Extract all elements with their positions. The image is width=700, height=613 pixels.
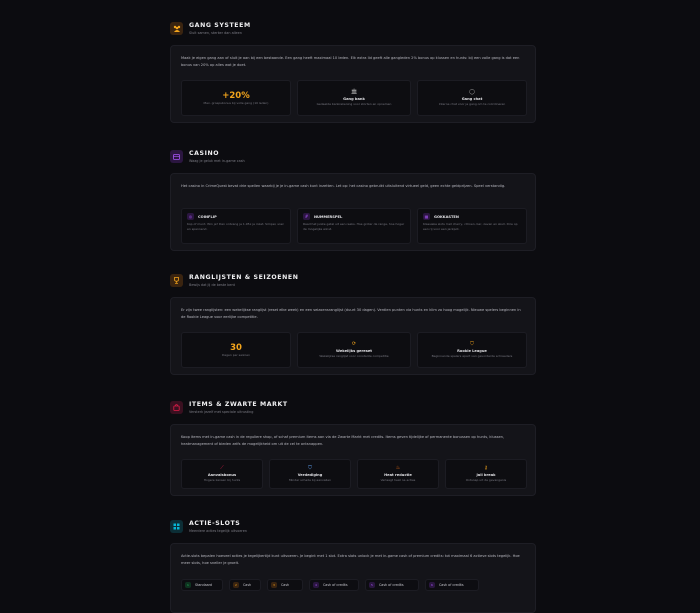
section-header: CASINO Waag je geluk met in-game cash xyxy=(170,150,536,172)
slots-row: 1 Standaard 2 Cash 3 Cash 4 Cash of credits … xyxy=(181,579,527,591)
section-header: RANGLIJSTEN & SEIZOENEN Bewijs dat jij d… xyxy=(170,274,536,296)
item-jail-break-tile: ⚷ Jail break Ontsnap uit de gevangenis xyxy=(445,459,527,489)
section-header: ACTIE-SLOTS Meerdere acties tegelijk uit… xyxy=(170,520,536,542)
tile-sub: Raad het juiste getal uit een reeks. Hoe… xyxy=(303,222,405,231)
refresh-icon: ⟳ xyxy=(351,341,357,347)
section-card: Koop items met in-game cash in de reguli… xyxy=(170,424,536,496)
gang-bank-tile: 🏛 Gang bank Gedeelde bankrekening voor s… xyxy=(297,80,411,116)
tile-title: GOKKASTEN xyxy=(434,214,459,219)
key-icon: ⚷ xyxy=(484,465,488,471)
tile-sub: Minder schade bij aanvallen xyxy=(288,478,332,482)
slot-label: Cash xyxy=(281,583,290,587)
section-title: ITEMS & ZWARTE MARKT xyxy=(189,401,288,408)
section-items: ITEMS & ZWARTE MARKT Versterk jezelf met… xyxy=(170,401,536,496)
shield-icon: ⛉ xyxy=(308,465,312,471)
slot-label: Cash of credits xyxy=(323,583,348,587)
section-title: CASINO xyxy=(189,150,220,157)
tile-sub: Klassieke slots met cherry, citroen, bar… xyxy=(423,222,518,231)
bonus-caption: Max. groepsbonus bij volle gang (10 lede… xyxy=(203,100,269,105)
section-description: Koop items met in-game cash in de reguli… xyxy=(181,435,505,446)
slots-icon xyxy=(170,520,183,533)
slot-6: 6 Cash of credits xyxy=(425,579,479,591)
trophy-icon xyxy=(170,274,183,287)
section-header: GANG SYSTEEM Sluit samen, sterker dan al… xyxy=(170,22,536,44)
season-days-tile: 30 Dagen per seizoen xyxy=(181,332,291,368)
slot-number: 3 xyxy=(271,582,277,588)
section-subtitle: Meerdere acties tegelijk uitvoeren xyxy=(189,529,247,533)
item-verdediging-tile: ⛉ Verdediging Minder schade bij aanvalle… xyxy=(269,459,351,489)
slot-number: 2 xyxy=(233,582,239,588)
gokkasten-tile[interactable]: ▦ GOKKASTEN Klassieke slots met cherry, c… xyxy=(417,208,527,244)
coin-icon: ◎ xyxy=(187,213,194,220)
section-header: ITEMS & ZWARTE MARKT Versterk jezelf met… xyxy=(170,401,536,423)
grid-icon: ▦ xyxy=(423,213,430,220)
slot-4: 4 Cash of credits xyxy=(309,579,359,591)
section-title: GANG SYSTEEM xyxy=(189,22,251,29)
weekly-reset-tile: ⟳ Wekelijks gereset Wekelijkse ranglijst… xyxy=(297,332,411,368)
slot-label: Standaard xyxy=(195,583,213,587)
section-subtitle: Bewijs dat jij de beste bent xyxy=(189,283,235,287)
section-actie-slots: ACTIE-SLOTS Meerdere acties tegelijk uit… xyxy=(170,520,536,613)
hash-icon: # xyxy=(303,213,310,220)
gang-icon xyxy=(170,22,183,35)
section-description: Er zijn twee ranglijsten: een wekelijkse… xyxy=(181,308,521,319)
tile-sub: Beginnende spelers apart van gevorderde … xyxy=(431,354,513,358)
slot-label: Cash xyxy=(243,583,252,587)
section-ranglijsten: RANGLIJSTEN & SEIZOENEN Bewijs dat jij d… xyxy=(170,274,536,375)
slot-number: 1 xyxy=(185,582,191,588)
section-description: Het casino in CrimeQuest bevat drie spel… xyxy=(181,184,506,188)
tile-sub: Kop of munt. Win je? Dan ontvang je 1.95… xyxy=(187,222,284,231)
rookie-league-tile: ⛉ Rookie League Beginnende spelers apart… xyxy=(417,332,527,368)
section-card: Actie-slots bepalen hoeveel acties je te… xyxy=(170,543,536,613)
chat-icon: ◯ xyxy=(469,89,475,95)
section-subtitle: Waag je geluk met in-game cash xyxy=(189,159,245,163)
section-gang: GANG SYSTEEM Sluit samen, sterker dan al… xyxy=(170,22,536,123)
bonus-value: +20% xyxy=(222,90,250,101)
section-description: Actie-slots bepalen hoeveel acties je te… xyxy=(181,554,520,565)
slot-label: Cash of credits xyxy=(379,583,404,587)
tile-sub: Hogere kansen bij hunts xyxy=(203,478,241,482)
slot-3: 3 Cash xyxy=(267,579,303,591)
gang-chat-tile: ◯ Gang chat Interne chat voor je gang om… xyxy=(417,80,527,116)
section-card: Maak je eigen gang aan of sluit je aan b… xyxy=(170,45,536,123)
tile-sub: Verlaagt heat na acties xyxy=(380,478,416,482)
section-title: RANGLIJSTEN & SEIZOENEN xyxy=(189,274,299,281)
tile-sub: Wekelijkse ranglijst voor constante comp… xyxy=(319,354,389,358)
casino-icon xyxy=(170,150,183,163)
slot-5: 5 Cash of credits xyxy=(365,579,419,591)
slot-label: Cash of credits xyxy=(439,583,464,587)
page: GANG SYSTEEM Sluit samen, sterker dan al… xyxy=(0,0,700,613)
slot-number: 5 xyxy=(369,582,375,588)
slot-2: 2 Cash xyxy=(229,579,261,591)
slot-1: 1 Standaard xyxy=(181,579,223,591)
section-title: ACTIE-SLOTS xyxy=(189,520,241,527)
item-aanvalsbonus-tile: ⟋ Aanvalsbonus Hogere kansen bij hunts xyxy=(181,459,263,489)
section-description: Maak je eigen gang aan of sluit je aan b… xyxy=(181,56,520,67)
section-subtitle: Sluit samen, sterker dan alleen xyxy=(189,31,242,35)
tile-sub: Gedeelde bankrekening voor storten en op… xyxy=(316,102,392,106)
knife-icon: ⟋ xyxy=(220,465,224,471)
item-heat-reductie-tile: ♨ Heat reductie Verlaagt heat na acties xyxy=(357,459,439,489)
section-card: Er zijn twee ranglijsten: een wekelijkse… xyxy=(170,297,536,375)
season-days-caption: Dagen per seizoen xyxy=(221,352,251,357)
nummerspel-tile[interactable]: # NUMMERSPEL Raad het juiste getal uit ee… xyxy=(297,208,411,244)
tile-title: COINFLIP xyxy=(198,214,217,219)
shield-icon: ⛉ xyxy=(470,341,474,347)
bag-icon xyxy=(170,401,183,414)
flame-icon: ♨ xyxy=(395,465,401,471)
coinflip-tile[interactable]: ◎ COINFLIP Kop of munt. Win je? Dan ontva… xyxy=(181,208,291,244)
section-card: Het casino in CrimeQuest bevat drie spel… xyxy=(170,173,536,251)
section-subtitle: Versterk jezelf met speciale uitrusting xyxy=(189,410,254,414)
season-days-value: 30 xyxy=(230,342,242,353)
slot-number: 6 xyxy=(429,582,435,588)
tile-title: NUMMERSPEL xyxy=(314,214,343,219)
slot-number: 4 xyxy=(313,582,319,588)
bank-icon: 🏛 xyxy=(350,89,358,95)
section-casino: CASINO Waag je geluk met in-game cash He… xyxy=(170,150,536,251)
tile-sub: Ontsnap uit de gevangenis xyxy=(465,478,507,482)
tile-sub: Interne chat voor je gang om te coördine… xyxy=(438,102,506,106)
bonus-stat-tile: +20% Max. groepsbonus bij volle gang (10… xyxy=(181,80,291,116)
